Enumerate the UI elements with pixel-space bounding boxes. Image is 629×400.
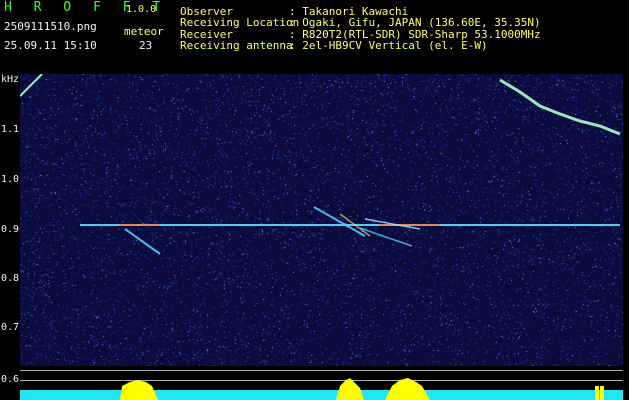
freq-tick-label: 1.1 [1, 124, 20, 135]
info-value-antenna: : 2el-HB9CV Vertical (el. E-W) [289, 39, 488, 52]
freq-tick-label: 1.0 [1, 174, 20, 185]
meteor-count-value: 23 [139, 39, 153, 52]
freq-tick-label: 0.8 [1, 273, 20, 284]
meteor-echo-trace [359, 227, 413, 247]
spectrum-burst [385, 378, 430, 400]
spectrogram-plot [20, 74, 623, 366]
hroft-display: { "header": { "brand": "H R O F F T", "v… [0, 0, 629, 400]
info-label-antenna: Receiving antenna [180, 39, 293, 52]
freq-tick-label: 0.7 [1, 322, 20, 333]
meteor-echo-trace [313, 206, 366, 237]
spectrum-burst [600, 386, 604, 400]
spectrum-burst [120, 380, 158, 400]
spectrum-burst [336, 378, 364, 400]
meteor-count-label: meteor [124, 25, 164, 38]
meteor-echo-trace [20, 74, 43, 97]
meteor-echo-trace [124, 228, 161, 255]
axis-unit-label: kHz [1, 74, 20, 85]
spectrum-burst [595, 386, 599, 400]
power-spectrum [20, 378, 623, 400]
app-version: 1.0.0 [126, 4, 157, 15]
spectrum-frame-line [20, 370, 623, 371]
spectrum-baseline [20, 390, 623, 400]
image-filename: 2509111510.png [4, 20, 97, 33]
freq-tick-label: 0.9 [1, 224, 20, 235]
aircraft-doppler-trace [499, 78, 621, 136]
image-datetime: 25.09.11 15:10 [4, 39, 97, 52]
spectrogram-traces [20, 74, 621, 255]
